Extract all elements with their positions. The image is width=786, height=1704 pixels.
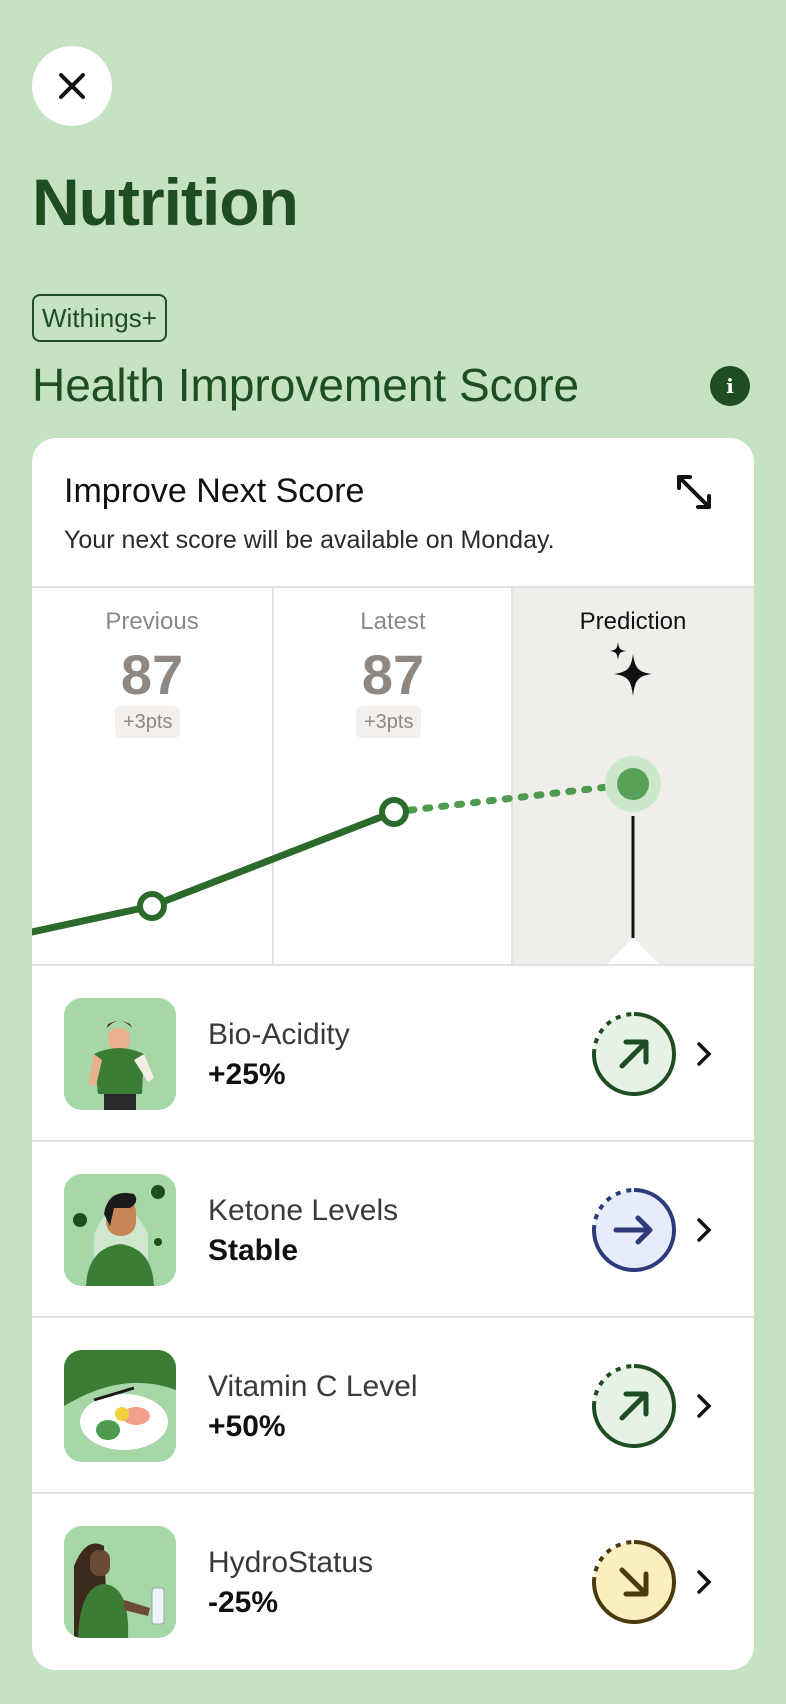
metric-name: HydroStatus	[208, 1546, 374, 1579]
card-title: Improve Next Score	[64, 472, 365, 510]
person-illustration-icon	[64, 1174, 176, 1286]
metric-name: Ketone Levels	[208, 1194, 399, 1227]
previous-delta-badge: +3pts	[115, 706, 181, 738]
previous-label: Previous	[105, 608, 199, 635]
meal-illustration-icon	[64, 1350, 176, 1462]
score-chart: Previous 87 +3pts Latest 87 +3pts Predic…	[32, 586, 754, 966]
metric-row-hydrostatus[interactable]: HydroStatus -25%	[32, 1492, 754, 1668]
chevron-right-icon	[697, 1570, 712, 1594]
previous-value: 87	[120, 643, 184, 706]
card-header: Improve Next Score Your next score will …	[32, 438, 754, 586]
metric-row-vitamin-c-level[interactable]: Vitamin C Level +50%	[32, 1316, 754, 1492]
latest-point[interactable]	[379, 797, 409, 827]
trend-down-icon	[592, 1540, 676, 1624]
trend-up-icon	[592, 1364, 676, 1448]
info-icon: i	[726, 374, 734, 398]
latest-delta-badge: +3pts	[356, 706, 422, 738]
chevron-right-icon	[697, 1218, 712, 1242]
prediction-point[interactable]	[617, 768, 649, 800]
metrics-list: Bio-Acidity +25% Ketone Levels Stable Vi…	[32, 964, 754, 1668]
previous-point[interactable]	[137, 891, 167, 921]
improve-score-card: Improve Next Score Your next score will …	[32, 438, 754, 1670]
metric-value: +25%	[208, 1058, 286, 1091]
metric-row-bio-acidity[interactable]: Bio-Acidity +25%	[32, 964, 754, 1140]
metric-value: +50%	[208, 1410, 286, 1443]
trend-stable-icon	[592, 1188, 676, 1272]
metric-row-ketone-levels[interactable]: Ketone Levels Stable	[32, 1140, 754, 1316]
page-title: Nutrition	[32, 165, 299, 239]
metric-name: Bio-Acidity	[208, 1018, 350, 1051]
card-subtitle: Your next score will be available on Mon…	[64, 526, 555, 554]
section-title: Health Improvement Score	[32, 359, 580, 411]
close-button[interactable]	[32, 46, 112, 126]
info-button[interactable]: i	[710, 366, 750, 406]
withings-plus-badge: Withings+	[32, 294, 167, 342]
metric-value: Stable	[208, 1234, 299, 1267]
prediction-label: Prediction	[579, 608, 687, 635]
trend-up-icon	[592, 1012, 676, 1096]
chevron-right-icon	[697, 1042, 712, 1066]
metric-value: -25%	[208, 1586, 279, 1619]
woman-drinking-illustration-icon	[64, 1526, 176, 1638]
metric-name: Vitamin C Level	[208, 1370, 418, 1403]
latest-label: Latest	[360, 608, 426, 635]
man-illustration-icon	[64, 998, 176, 1110]
latest-value: 87	[361, 643, 425, 706]
score-line	[32, 808, 398, 936]
close-icon	[59, 73, 85, 99]
chevron-right-icon	[697, 1394, 712, 1418]
expand-icon[interactable]	[674, 472, 714, 512]
